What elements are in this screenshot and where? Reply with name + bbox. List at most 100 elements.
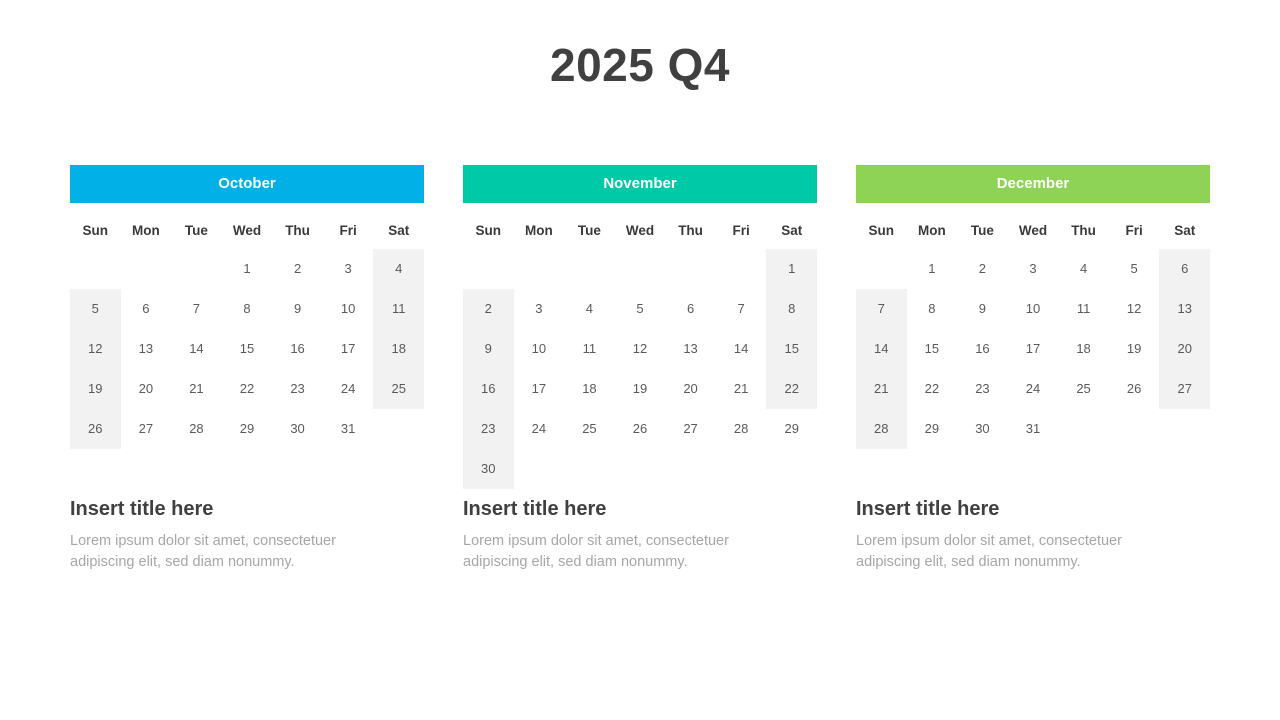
date-cell[interactable]: 10 (323, 289, 374, 329)
date-cell[interactable]: 13 (121, 329, 172, 369)
date-cell[interactable]: 3 (323, 249, 374, 289)
date-cell[interactable]: 4 (564, 289, 615, 329)
date-cell[interactable]: 2 (957, 249, 1008, 289)
date-cell[interactable]: 6 (121, 289, 172, 329)
date-cell[interactable]: 29 (766, 409, 817, 449)
date-cell[interactable]: 25 (373, 369, 424, 409)
date-cell[interactable]: 9 (272, 289, 323, 329)
date-cell[interactable]: 24 (323, 369, 374, 409)
date-cell[interactable]: 1 (907, 249, 958, 289)
date-cell[interactable]: 18 (1058, 329, 1109, 369)
date-cell[interactable]: 21 (171, 369, 222, 409)
date-cell[interactable]: 22 (222, 369, 273, 409)
date-cell[interactable]: 23 (957, 369, 1008, 409)
date-cell[interactable]: 18 (373, 329, 424, 369)
date-cell[interactable]: 8 (766, 289, 817, 329)
date-cell[interactable]: 22 (907, 369, 958, 409)
date-cell[interactable]: 8 (907, 289, 958, 329)
date-cell[interactable]: 28 (171, 409, 222, 449)
date-cell[interactable]: 2 (463, 289, 514, 329)
date-cell[interactable]: 5 (70, 289, 121, 329)
date-cell[interactable]: 16 (957, 329, 1008, 369)
date-cell[interactable]: 29 (907, 409, 958, 449)
date-cell[interactable]: 17 (514, 369, 565, 409)
date-cell[interactable]: 22 (766, 369, 817, 409)
date-cell[interactable]: 19 (70, 369, 121, 409)
date-cell[interactable]: 29 (222, 409, 273, 449)
date-cell[interactable]: 1 (766, 249, 817, 289)
date-cell[interactable]: 16 (272, 329, 323, 369)
date-cell[interactable]: 12 (615, 329, 666, 369)
date-cell[interactable]: 9 (957, 289, 1008, 329)
date-cell[interactable]: 20 (665, 369, 716, 409)
date-cell[interactable]: 26 (615, 409, 666, 449)
date-cell[interactable]: 17 (1008, 329, 1059, 369)
weekday-header-sun: Sun (868, 223, 895, 238)
date-cell[interactable]: 5 (1109, 249, 1160, 289)
date-cell[interactable]: 23 (463, 409, 514, 449)
date-cell[interactable]: 7 (171, 289, 222, 329)
date-cell[interactable]: 27 (1159, 369, 1210, 409)
date-cell[interactable]: 3 (1008, 249, 1059, 289)
date-cell[interactable]: 3 (514, 289, 565, 329)
date-cell[interactable]: 11 (373, 289, 424, 329)
date-cell[interactable]: 25 (564, 409, 615, 449)
date-cell[interactable]: 30 (957, 409, 1008, 449)
date-cell[interactable]: 5 (615, 289, 666, 329)
date-cell[interactable]: 17 (323, 329, 374, 369)
date-cell[interactable]: 28 (856, 409, 907, 449)
date-cell[interactable]: 18 (564, 369, 615, 409)
weekday-header-thu: Thu (285, 223, 310, 238)
date-cell[interactable]: 30 (272, 409, 323, 449)
date-cell-empty (514, 249, 565, 289)
date-cell[interactable]: 10 (1008, 289, 1059, 329)
date-cell[interactable]: 6 (665, 289, 716, 329)
date-cell[interactable]: 4 (373, 249, 424, 289)
date-cell[interactable]: 28 (716, 409, 767, 449)
date-cell[interactable]: 15 (222, 329, 273, 369)
date-cell[interactable]: 24 (514, 409, 565, 449)
date-cell[interactable]: 19 (615, 369, 666, 409)
date-cell[interactable]: 13 (1159, 289, 1210, 329)
date-cell[interactable]: 20 (121, 369, 172, 409)
date-cell[interactable]: 10 (514, 329, 565, 369)
date-cell[interactable]: 12 (1109, 289, 1160, 329)
date-cell[interactable]: 24 (1008, 369, 1059, 409)
date-cell[interactable]: 12 (70, 329, 121, 369)
date-cell[interactable]: 26 (70, 409, 121, 449)
date-cell[interactable]: 7 (716, 289, 767, 329)
date-cell[interactable]: 15 (907, 329, 958, 369)
date-cell[interactable]: 26 (1109, 369, 1160, 409)
date-cell[interactable]: 31 (323, 409, 374, 449)
date-cell[interactable]: 14 (716, 329, 767, 369)
date-cell[interactable]: 1 (222, 249, 273, 289)
date-cell[interactable]: 7 (856, 289, 907, 329)
date-cell[interactable]: 9 (463, 329, 514, 369)
text-blocks-row: Insert title here Lorem ipsum dolor sit … (70, 498, 1210, 572)
weekday-header-sat: Sat (388, 223, 410, 238)
date-cell[interactable]: 31 (1008, 409, 1059, 449)
date-cell[interactable]: 11 (1058, 289, 1109, 329)
date-cell[interactable]: 4 (1058, 249, 1109, 289)
date-cell[interactable]: 2 (272, 249, 323, 289)
date-cell[interactable]: 14 (171, 329, 222, 369)
date-cell[interactable]: 14 (856, 329, 907, 369)
date-cell[interactable]: 13 (665, 329, 716, 369)
month-column-october: October Sun Mon Tue Wed Thu Fri Sat 1234567891… (70, 165, 424, 489)
date-cell[interactable]: 6 (1159, 249, 1210, 289)
date-cell[interactable]: 16 (463, 369, 514, 409)
date-cell[interactable]: 21 (716, 369, 767, 409)
date-cell-empty (716, 249, 767, 289)
date-cell[interactable]: 8 (222, 289, 273, 329)
date-cell[interactable]: 15 (766, 329, 817, 369)
date-cell[interactable]: 11 (564, 329, 615, 369)
date-cell[interactable]: 25 (1058, 369, 1109, 409)
date-cell[interactable]: 20 (1159, 329, 1210, 369)
date-cell[interactable]: 30 (463, 449, 514, 489)
date-cell[interactable]: 21 (856, 369, 907, 409)
date-cell[interactable]: 27 (121, 409, 172, 449)
date-cell[interactable]: 27 (665, 409, 716, 449)
date-cell-empty (373, 409, 424, 449)
date-cell[interactable]: 19 (1109, 329, 1160, 369)
date-cell[interactable]: 23 (272, 369, 323, 409)
